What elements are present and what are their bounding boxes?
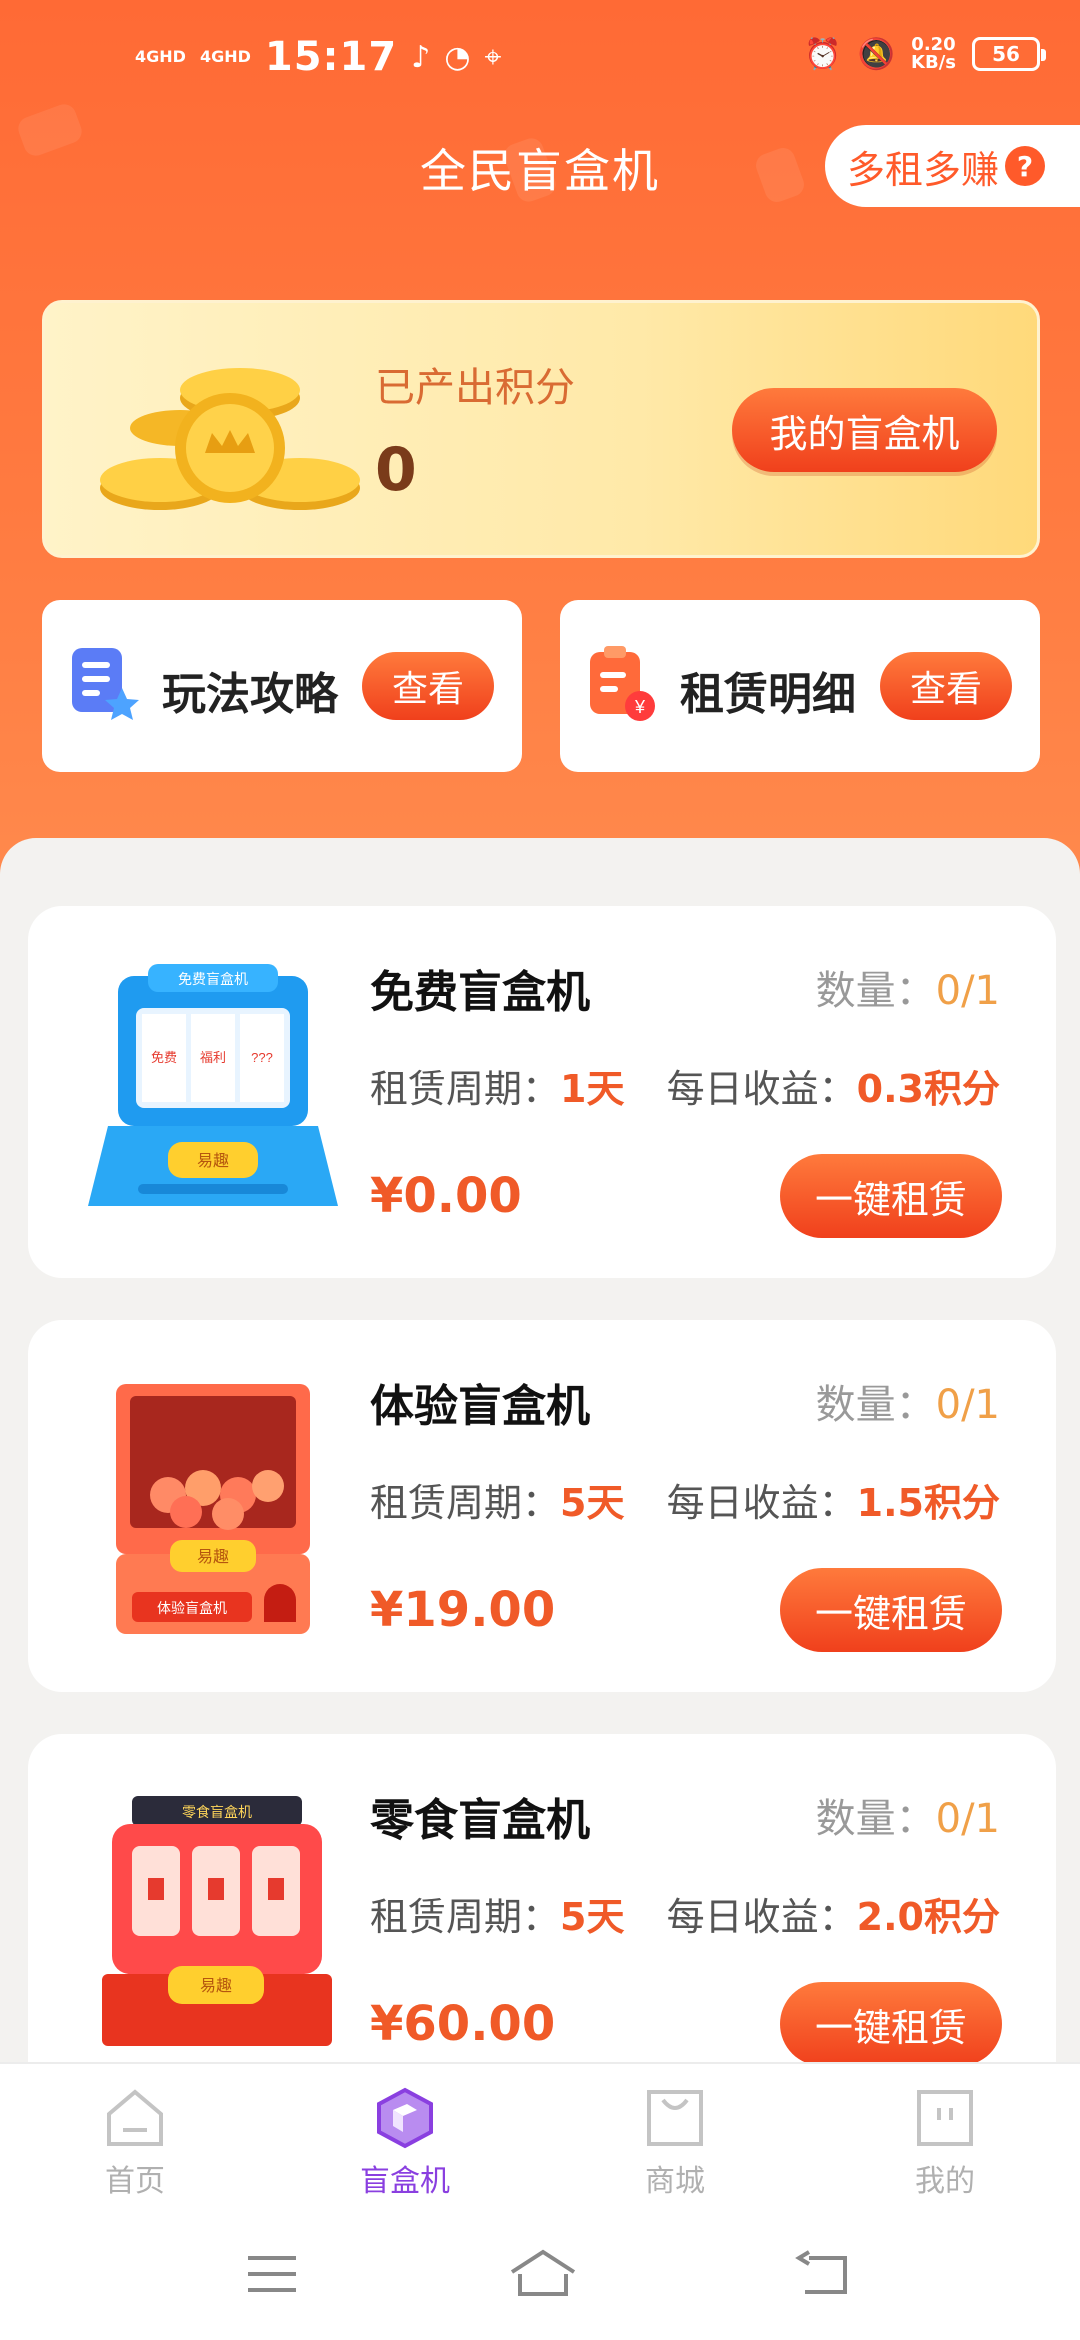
product-name: 体验盲盒机 (370, 1381, 590, 1432)
tiktok-icon: ♪ (411, 39, 431, 75)
coins-icon (100, 368, 360, 510)
quick-card-guide[interactable]: 玩法攻略 查看 (42, 600, 522, 772)
product-card: 零食盲盒机 易趣 零食盲盒机 数量：0/1 租赁周期：5天 每日收益：2.0积分… (28, 1734, 1056, 2106)
rent-button[interactable]: 一键租赁 (780, 1154, 1002, 1238)
mute-icon: 🔕 (857, 36, 896, 72)
svg-text:福利: 福利 (200, 1050, 226, 1065)
svg-text:???: ??? (251, 1050, 273, 1065)
product-name: 免费盲盒机 (370, 967, 590, 1018)
product-name: 零食盲盒机 (370, 1795, 590, 1846)
guide-icon (72, 648, 139, 720)
svg-text:零食盲盒机: 零食盲盒机 (182, 1804, 252, 1820)
rent-period: 租赁周期：5天 (370, 1481, 625, 1525)
clock: 15:17 (264, 34, 398, 80)
tab-profile[interactable]: 我的 (810, 2064, 1080, 2212)
points-card: 已产出积分 0 我的盲盒机 (42, 300, 1040, 558)
rent-period: 租赁周期：1天 (370, 1067, 625, 1111)
quick-title: 玩法攻略 (162, 669, 338, 720)
status-bar: 4GHD 4GHD 15:17 ♪ ◔ ⌖ ⏰ 🔕 0.20 KB/s 56 (0, 0, 1080, 120)
product-quantity: 数量：0/1 (815, 1796, 1000, 1842)
points-label: 已产出积分 (375, 365, 575, 411)
quick-title: 租赁明细 (680, 669, 856, 720)
svg-text:¥: ¥ (634, 697, 646, 717)
network-indicator: 4GHD (199, 47, 251, 66)
svg-text:易趣: 易趣 (197, 1548, 229, 1566)
product-price: ¥0.00 (370, 1168, 522, 1224)
tab-shop[interactable]: 商城 (540, 2064, 810, 2212)
tab-label: 商城 (645, 2164, 705, 2199)
snack-machine-image: 零食盲盒机 易趣 (102, 1796, 332, 2046)
my-box-button[interactable]: 我的盲盒机 (732, 388, 997, 472)
product-quantity: 数量：0/1 (815, 1382, 1000, 1428)
rent-period: 租赁周期：5天 (370, 1895, 625, 1939)
daily-income: 每日收益：1.5积分 (666, 1481, 1000, 1525)
trial-machine-image: 易趣 体验盲盒机 (116, 1384, 310, 1634)
bottom-tab-bar: 首页 盲盒机 商城 我的 (0, 2062, 1080, 2212)
alarm-icon: ⏰ (804, 36, 842, 72)
app-notification-icon: ◔ (444, 39, 471, 75)
rent-button[interactable]: 一键租赁 (780, 1568, 1002, 1652)
view-rent-detail-button[interactable]: 查看 (880, 652, 1012, 720)
multi-rent-label: 多租多赚 (847, 147, 1000, 192)
product-price: ¥19.00 (370, 1582, 556, 1638)
home-icon (107, 2089, 163, 2146)
rent-detail-icon: ¥ (590, 646, 655, 721)
battery-icon: 56 (972, 37, 1046, 71)
daily-income: 每日收益：2.0积分 (666, 1895, 1000, 1939)
svg-text:易趣: 易趣 (197, 1152, 229, 1170)
daily-income: 每日收益：0.3积分 (666, 1067, 1000, 1111)
quick-card-rent-detail[interactable]: ¥ 租赁明细 查看 (560, 600, 1040, 772)
points-value: 0 (375, 435, 417, 505)
tab-home[interactable]: 首页 (0, 2064, 270, 2212)
help-icon[interactable]: ? (1005, 146, 1046, 186)
back-icon[interactable] (795, 2244, 855, 2304)
tab-label: 盲盒机 (360, 2164, 450, 2199)
product-card: 免费盲盒机 免费 福利 ??? 易趣 免费盲盒机 数量：0/1 租赁周期：1天 … (28, 906, 1056, 1278)
network-speed: 0.20 KB/s (911, 34, 956, 73)
svg-text:体验盲盒机: 体验盲盒机 (157, 1600, 227, 1616)
rent-button[interactable]: 一键租赁 (780, 1982, 1002, 2066)
system-navigation-bar (0, 2212, 1080, 2340)
tab-label: 我的 (915, 2164, 975, 2199)
product-card: 易趣 体验盲盒机 体验盲盒机 数量：0/1 租赁周期：5天 每日收益：1.5积分… (28, 1320, 1056, 1692)
multi-rent-button[interactable]: 多租多赚 ? (825, 125, 1080, 207)
profile-icon (917, 2090, 973, 2146)
network-indicator: 4GHD (135, 47, 186, 66)
home-nav-icon[interactable] (508, 2244, 578, 2304)
tab-label: 首页 (105, 2164, 165, 2199)
menu-icon[interactable] (242, 2244, 302, 2304)
tab-blind-box[interactable]: 盲盒机 (270, 2064, 540, 2212)
shop-icon (647, 2090, 703, 2146)
location-icon: ⌖ (484, 39, 502, 75)
free-machine-image: 免费盲盒机 免费 福利 ??? 易趣 (88, 964, 338, 1206)
box-icon (377, 2087, 433, 2149)
svg-text:易趣: 易趣 (200, 1977, 232, 1995)
product-quantity: 数量：0/1 (815, 968, 1000, 1014)
svg-text:免费: 免费 (151, 1050, 177, 1065)
svg-text:免费盲盒机: 免费盲盒机 (178, 971, 248, 987)
view-guide-button[interactable]: 查看 (362, 652, 494, 720)
product-price: ¥60.00 (370, 1996, 556, 2052)
